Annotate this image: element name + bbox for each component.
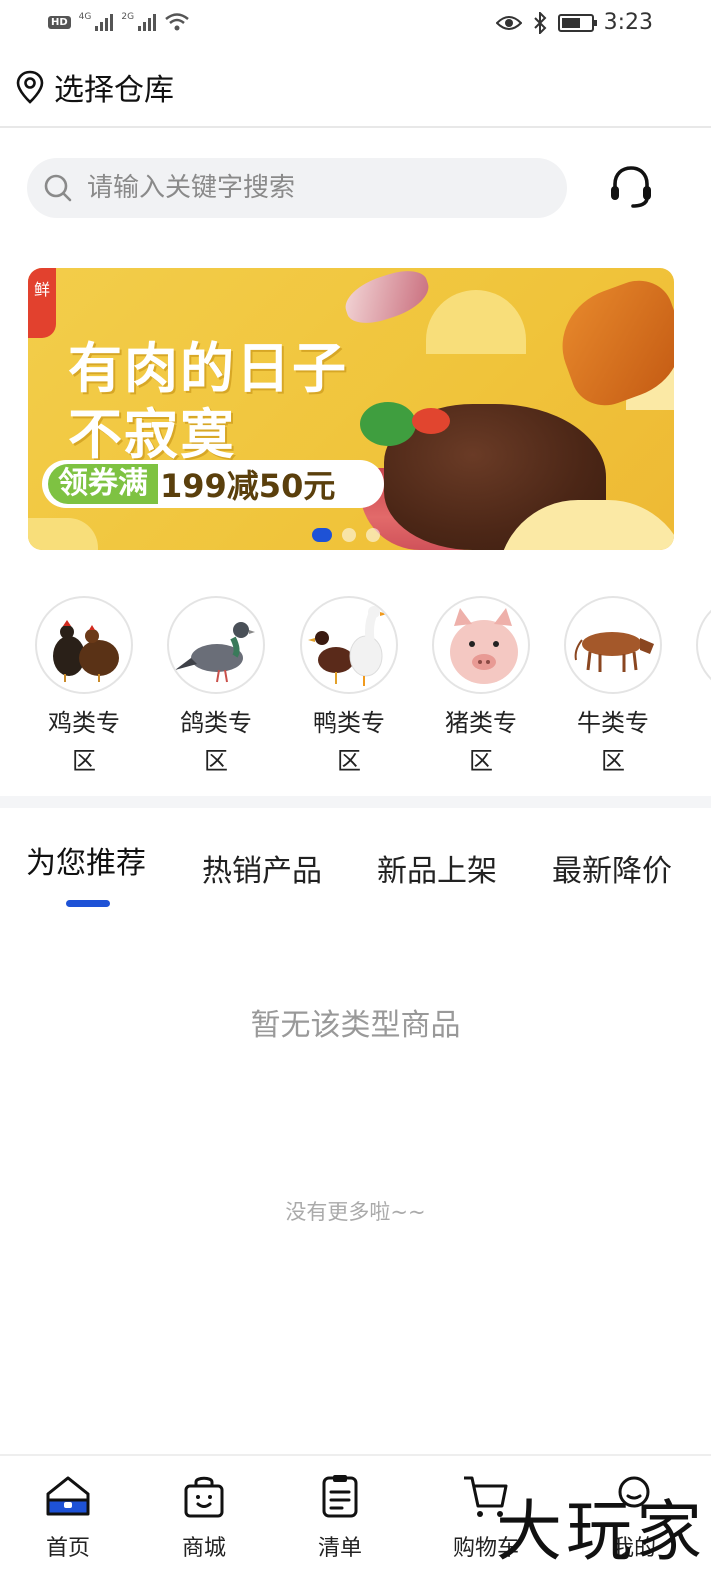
warehouse-selector[interactable]: 选择仓库 [16,62,174,112]
category-label: 鸽类专区 [180,709,252,775]
banner-dot[interactable] [342,528,356,542]
location-pin-icon [16,70,44,104]
nav-label: 商城 [181,1536,226,1561]
banner-decoration [426,290,526,354]
category-pig[interactable]: 猪类专区 [432,596,530,780]
category-next-partial[interactable] [696,596,711,694]
cow-icon [564,596,662,694]
no-more-text: 没有更多啦~~ [285,1200,426,1224]
customer-service-icon[interactable] [606,162,656,212]
network-4g-label: 4G [78,12,92,22]
promo-banner[interactable]: 鲜 有肉的日子 不寂寞 领券满 199减50元 [28,268,674,550]
status-bar: HD 4G 2G 3:23 [0,0,711,50]
list-icon [322,1475,358,1518]
network-2g-label: 2G [121,12,135,22]
category-label: 鸡类专区 [48,709,120,775]
nav-list[interactable]: 清单 [300,1472,380,1562]
tab-new-arrivals[interactable]: 新品上架 [377,846,497,890]
status-right: 3:23 [495,10,653,35]
category-row: 鸡类专区 鸽类专区 鸭类专区 猪类专区 牛类专区 [0,596,711,786]
category-label: 鸭类专区 [313,709,385,775]
category-duck[interactable]: 鸭类专区 [300,596,398,780]
category-cow[interactable]: 牛类专区 [564,596,662,780]
watermark-text: 大玩家 [496,1493,706,1570]
category-chicken[interactable]: 鸡类专区 [35,596,133,780]
battery-icon [557,13,597,32]
bluetooth-icon [533,11,547,34]
coupon-amount: 199减50元 [160,467,336,505]
category-label: 牛类专区 [577,709,649,775]
chicken-icon [35,596,133,694]
banner-title-line2: 不寂寞 [68,403,236,466]
banner-dot-active[interactable] [312,528,332,542]
eye-icon [495,15,522,30]
hd-badge: HD [48,15,71,29]
active-tab-indicator [66,900,110,907]
header-divider [0,126,711,128]
status-left: HD 4G 2G [48,12,190,32]
banner-pagination [312,528,380,542]
banner-decoration [28,518,98,550]
tab-hot-sales[interactable]: 热销产品 [202,846,322,890]
empty-state-text: 暂无该类型商品 [250,1008,461,1043]
pig-icon [432,596,530,694]
product-tabs: 为您推荐 热销产品 新品上架 最新降价 [0,838,711,918]
tomato-image [412,408,450,434]
coupon-prefix: 领券满 [48,464,158,504]
wifi-icon [165,13,189,31]
duck-icon [300,596,398,694]
ham-image [339,268,435,331]
banner-dot[interactable] [366,528,380,542]
nav-shop[interactable]: 商城 [164,1472,244,1562]
category-pigeon[interactable]: 鸽类专区 [167,596,265,780]
shop-bag-icon [184,1476,224,1518]
broccoli-image [360,402,416,446]
section-divider [0,796,711,808]
home-icon [46,1476,90,1516]
nav-label: 首页 [45,1536,90,1561]
nav-home[interactable]: 首页 [28,1472,108,1562]
banner-coupon: 领券满 199减50元 [42,460,384,508]
search-bar[interactable] [27,158,567,218]
search-input[interactable] [87,173,527,203]
pigeon-icon [167,596,265,694]
banner-corner-text: 鲜 [33,280,50,299]
search-icon [44,174,72,202]
nav-label: 清单 [317,1536,362,1561]
category-label: 猪类专区 [445,709,517,775]
signal-icon-2 [138,13,157,31]
tab-recommended[interactable]: 为您推荐 [26,838,146,882]
tab-price-drop[interactable]: 最新降价 [552,846,672,890]
banner-corner-tag: 鲜 [28,268,56,338]
warehouse-label: 选择仓库 [54,73,174,108]
signal-icon [95,13,114,31]
status-time: 3:23 [603,10,653,35]
